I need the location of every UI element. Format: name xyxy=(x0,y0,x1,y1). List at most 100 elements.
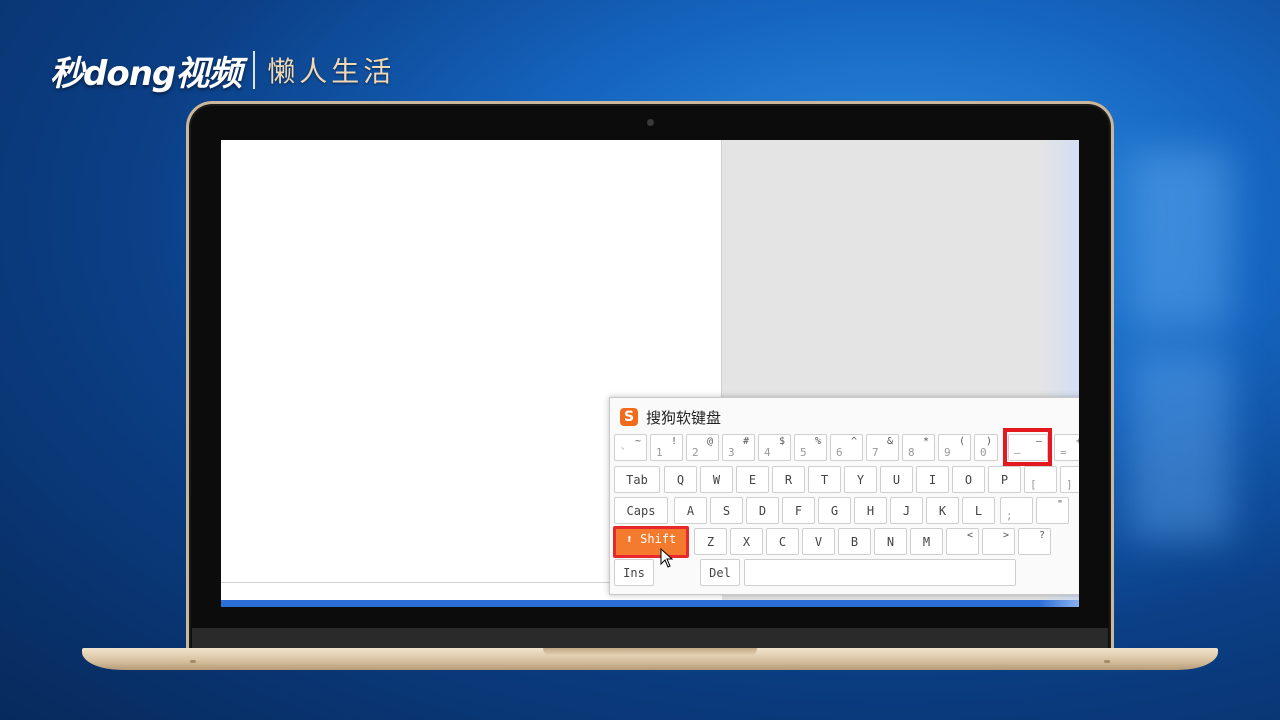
soft-keyboard[interactable]: S 搜狗软键盘 ~ ` ! 1 @2 #3 $4 % 5 ^ 6 & 7 * 8 (9 ) 0… xyxy=(609,397,1079,595)
key-label: U xyxy=(892,473,901,487)
key-backtick[interactable]: ~ ` xyxy=(614,434,647,461)
key-char: 1 xyxy=(656,446,663,459)
mouse-cursor-icon xyxy=(660,548,674,568)
key-r[interactable]: R xyxy=(772,466,805,493)
key-t[interactable]: T xyxy=(808,466,841,493)
key-label: C xyxy=(778,535,787,549)
key-label: H xyxy=(866,504,875,518)
key-shift-char: # xyxy=(742,436,749,447)
key-right-bracket[interactable]: ] xyxy=(1060,466,1079,493)
key-char: = xyxy=(1060,446,1067,459)
key-c[interactable]: C xyxy=(766,528,799,555)
key-y[interactable]: Y xyxy=(844,466,877,493)
key-3[interactable]: #3 xyxy=(722,434,755,461)
laptop-foot xyxy=(1104,660,1110,663)
key-period[interactable]: > xyxy=(982,528,1015,555)
key-a[interactable]: A xyxy=(674,497,707,524)
key-g[interactable]: G xyxy=(818,497,851,524)
key-slash[interactable]: ? xyxy=(1018,528,1051,555)
watermark-subtitle: 懒人生活 xyxy=(267,55,396,88)
key-label: L xyxy=(974,504,983,518)
key-o[interactable]: O xyxy=(952,466,985,493)
minus-key-highlight xyxy=(1003,428,1052,466)
key-shift-char: > xyxy=(1002,530,1009,541)
key-n[interactable]: N xyxy=(874,528,907,555)
key-semicolon[interactable]: ; xyxy=(1000,497,1033,524)
key-label: K xyxy=(938,504,947,518)
key-k[interactable]: K xyxy=(926,497,959,524)
key-shift-char: * xyxy=(922,436,929,447)
key-l[interactable]: L xyxy=(962,497,995,524)
key-left-bracket[interactable]: [ xyxy=(1024,466,1057,493)
key-shift-char: & xyxy=(886,436,893,447)
key-label: Y xyxy=(856,473,865,487)
watermark-logo: 秒dong视频 懒人生活 xyxy=(50,48,396,94)
key-label: P xyxy=(1000,473,1009,487)
key-char: 7 xyxy=(872,446,879,459)
taskbar xyxy=(221,600,1079,607)
key-e[interactable]: E xyxy=(736,466,769,493)
key-f[interactable]: F xyxy=(782,497,815,524)
key-q[interactable]: Q xyxy=(664,466,697,493)
key-char: ` xyxy=(620,446,627,459)
key-char: ; xyxy=(1006,509,1013,522)
key-char: ] xyxy=(1066,478,1073,491)
key-w[interactable]: W xyxy=(700,466,733,493)
key-i[interactable]: I xyxy=(916,466,949,493)
key-quote[interactable]: " xyxy=(1036,497,1069,524)
key-shift-char: ~ xyxy=(634,436,641,447)
key-label: V xyxy=(814,535,823,549)
key-label: B xyxy=(850,535,859,549)
key-shift-char: % xyxy=(814,436,821,447)
key-4[interactable]: $4 xyxy=(758,434,791,461)
key-7[interactable]: & 7 xyxy=(866,434,899,461)
key-9[interactable]: (9 xyxy=(938,434,971,461)
key-shift-char: ^ xyxy=(850,436,857,447)
key-char: 5 xyxy=(800,446,807,459)
key-label: I xyxy=(928,473,937,487)
key-ins[interactable]: Ins xyxy=(614,559,654,586)
key-char: 4 xyxy=(764,446,771,459)
key-s[interactable]: S xyxy=(710,497,743,524)
keyboard-title: 搜狗软键盘 xyxy=(646,408,722,427)
shift-label: Shift xyxy=(640,532,677,546)
key-shift-char: ( xyxy=(958,436,965,447)
key-1[interactable]: ! 1 xyxy=(650,434,683,461)
key-shift-char: $ xyxy=(778,436,785,447)
key-shift-char: @ xyxy=(706,436,713,447)
key-u[interactable]: U xyxy=(880,466,913,493)
laptop-bezel xyxy=(192,628,1108,649)
key-2[interactable]: @2 xyxy=(686,434,719,461)
keyboard-title-bar[interactable]: S 搜狗软键盘 xyxy=(620,406,721,428)
key-8[interactable]: * 8 xyxy=(902,434,935,461)
key-del[interactable]: Del xyxy=(700,559,740,586)
key-b[interactable]: B xyxy=(838,528,871,555)
key-h[interactable]: H xyxy=(854,497,887,524)
key-5[interactable]: % 5 xyxy=(794,434,827,461)
laptop-notch xyxy=(543,648,757,656)
key-shift-char: " xyxy=(1056,499,1063,510)
key-x[interactable]: X xyxy=(730,528,763,555)
key-shift[interactable]: ⬆ Shift xyxy=(613,526,689,558)
key-space[interactable] xyxy=(744,559,1016,586)
key-z[interactable]: Z xyxy=(694,528,727,555)
key-0[interactable]: ) 0 xyxy=(974,434,998,461)
key-caps[interactable]: Caps xyxy=(614,497,668,524)
key-d[interactable]: D xyxy=(746,497,779,524)
key-shift-char: + xyxy=(1075,436,1079,447)
key-v[interactable]: V xyxy=(802,528,835,555)
key-label: E xyxy=(748,473,757,487)
key-m[interactable]: M xyxy=(910,528,943,555)
key-6[interactable]: ^ 6 xyxy=(830,434,863,461)
key-j[interactable]: J xyxy=(890,497,923,524)
key-tab[interactable]: Tab xyxy=(614,466,660,493)
key-label: Tab xyxy=(626,473,648,487)
key-char: 3 xyxy=(728,446,735,459)
key-p[interactable]: P xyxy=(988,466,1021,493)
key-comma[interactable]: < xyxy=(946,528,979,555)
key-equals[interactable]: + = xyxy=(1054,434,1079,461)
screen: S 搜狗软键盘 ~ ` ! 1 @2 #3 $4 % 5 ^ 6 & 7 * 8 (9 ) 0… xyxy=(221,140,1079,607)
sogou-logo-icon: S xyxy=(620,408,638,426)
watermark-brand: 秒dong视频 xyxy=(50,53,242,94)
key-label: Q xyxy=(676,473,685,487)
